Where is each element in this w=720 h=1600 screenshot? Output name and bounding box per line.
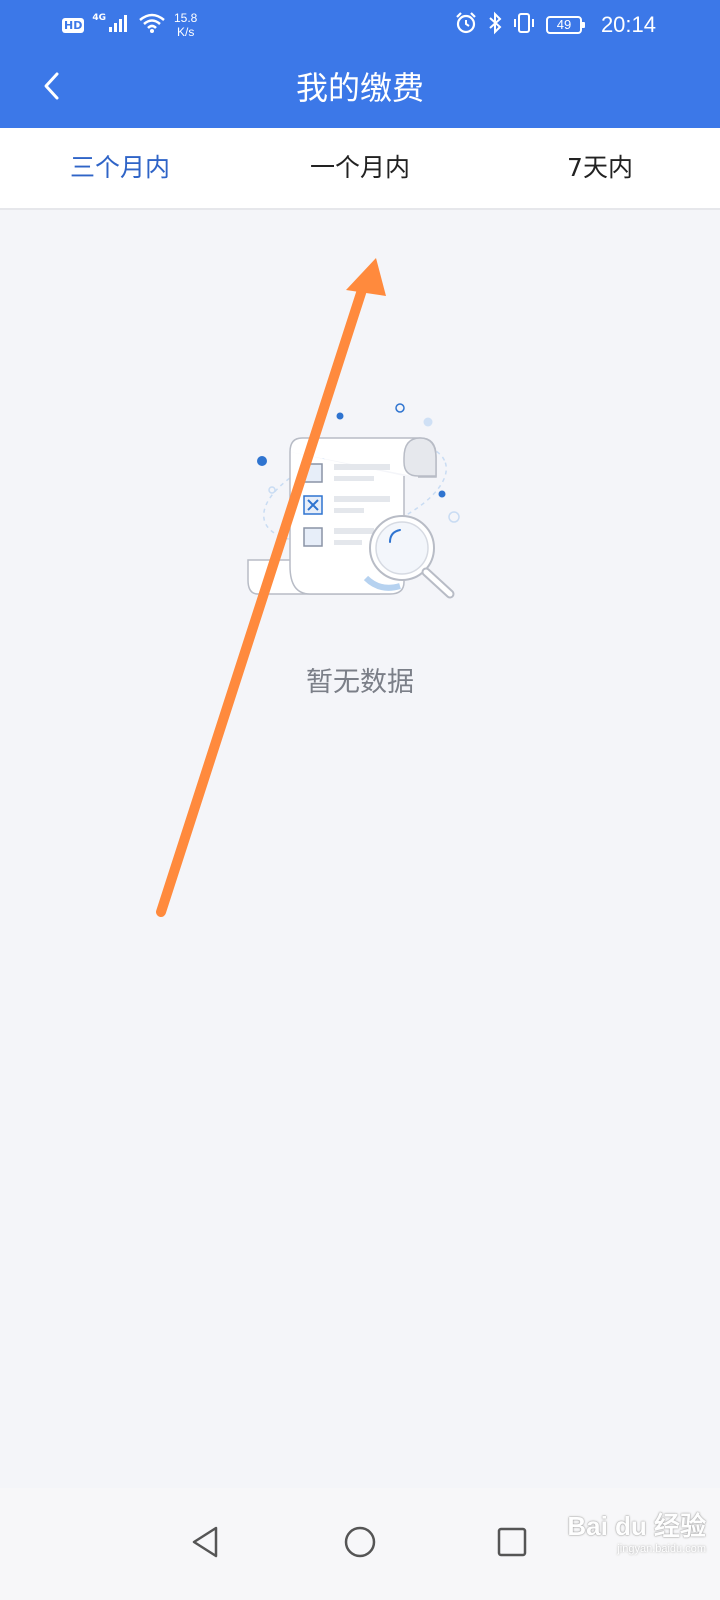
title-bar: 我的缴费 xyxy=(0,48,720,128)
hd-badge: HD xyxy=(62,17,85,33)
speed-unit: K/s xyxy=(177,25,195,39)
status-left: HD 4G 15.8 K/s xyxy=(62,8,197,42)
page-title: 我的缴费 xyxy=(295,69,424,107)
tab-seven-days[interactable]: 7天内 xyxy=(480,128,720,208)
status-bar: HD 4G 15.8 K/s 49 20:14 xyxy=(0,0,720,48)
bluetooth-icon xyxy=(488,11,502,39)
speed-value: 15.8 xyxy=(174,11,198,25)
square-recents-icon xyxy=(496,1526,528,1562)
triangle-back-icon xyxy=(190,1525,222,1563)
empty-state-message: 暂无数据 xyxy=(306,667,414,698)
tab-one-month[interactable]: 一个月内 xyxy=(240,128,480,208)
nav-back-button[interactable] xyxy=(178,1516,234,1572)
nav-recents-button[interactable] xyxy=(484,1516,540,1572)
annotation-arrow xyxy=(156,258,386,917)
watermark-main: Bai du 经验 xyxy=(567,1511,706,1541)
period-tabs: 三个月内 一个月内 7天内 xyxy=(0,128,720,210)
clock: 20:14 xyxy=(600,12,656,37)
signal-icon xyxy=(108,14,130,36)
watermark: Bai du 经验 jingyan.baidu.com xyxy=(567,1506,706,1555)
nav-home-button[interactable] xyxy=(332,1516,388,1572)
alarm-icon xyxy=(454,11,478,39)
battery-indicator: 49 xyxy=(546,16,585,34)
network-speed: 15.8 K/s xyxy=(174,11,197,39)
tab-three-months[interactable]: 三个月内 xyxy=(0,128,240,208)
vibrate-icon xyxy=(512,11,536,39)
system-nav-bar: Bai du 经验 jingyan.baidu.com xyxy=(0,1488,720,1600)
circle-home-icon xyxy=(343,1525,377,1563)
empty-document-search-icon xyxy=(240,382,480,622)
watermark-sub: jingyan.baidu.com xyxy=(617,1543,706,1555)
wifi-icon xyxy=(138,13,166,37)
network-type: 4G xyxy=(92,13,106,23)
